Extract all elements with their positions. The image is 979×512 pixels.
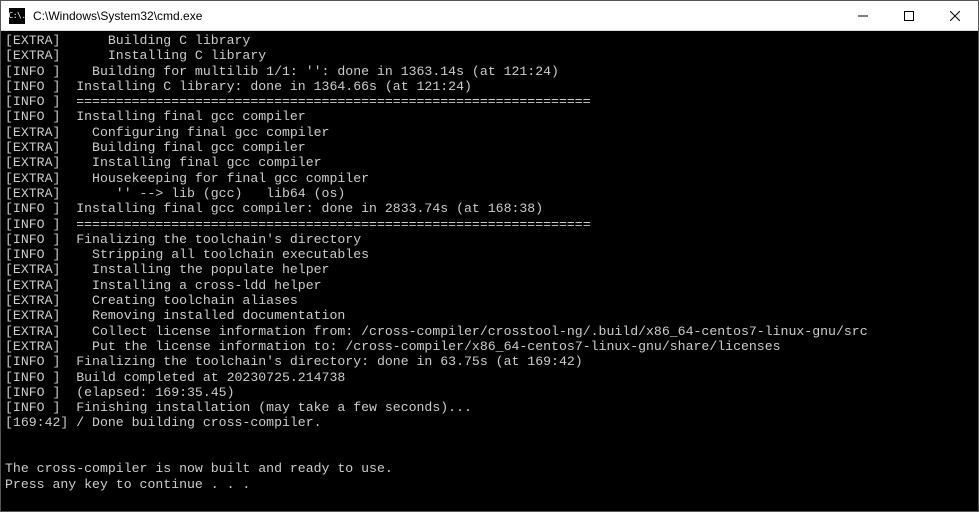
terminal-line: [EXTRA] Housekeeping for final gcc compi… — [5, 171, 974, 186]
terminal-line: [EXTRA] Installing C library — [5, 48, 974, 63]
maximize-icon — [904, 11, 914, 21]
terminal-line — [5, 446, 974, 461]
terminal-line: [EXTRA] Building final gcc compiler — [5, 140, 974, 155]
terminal-line: [EXTRA] Removing installed documentation — [5, 308, 974, 323]
cmd-icon-text: C:\. — [8, 12, 25, 20]
terminal-line: [INFO ] Stripping all toolchain executab… — [5, 247, 974, 262]
terminal-line: [INFO ] ================================… — [5, 94, 974, 109]
terminal-line: [INFO ] Finishing installation (may take… — [5, 400, 974, 415]
cmd-window: C:\. C:\Windows\System32\cmd.exe [EXTRA]… — [0, 0, 979, 512]
window-title: C:\Windows\System32\cmd.exe — [31, 9, 840, 23]
close-icon — [950, 11, 960, 21]
terminal-line: [EXTRA] Collect license information from… — [5, 324, 974, 339]
terminal-line: [EXTRA] Put the license information to: … — [5, 339, 974, 354]
titlebar: C:\. C:\Windows\System32\cmd.exe — [1, 1, 978, 31]
terminal-line: [EXTRA] Installing a cross-ldd helper — [5, 278, 974, 293]
close-button[interactable] — [932, 1, 978, 30]
minimize-button[interactable] — [840, 1, 886, 30]
terminal-line: [INFO ] Installing final gcc compiler — [5, 109, 974, 124]
window-controls — [840, 1, 978, 30]
terminal-line: [EXTRA] Configuring final gcc compiler — [5, 125, 974, 140]
terminal-line: [INFO ] Finalizing the toolchain's direc… — [5, 232, 974, 247]
terminal-line: [EXTRA] Installing final gcc compiler — [5, 155, 974, 170]
terminal-line: [EXTRA] Building C library — [5, 33, 974, 48]
terminal-line: [169:42] / Done building cross-compiler. — [5, 415, 974, 430]
terminal-line: [EXTRA] Creating toolchain aliases — [5, 293, 974, 308]
terminal-line: [INFO ] Build completed at 20230725.2147… — [5, 370, 974, 385]
maximize-button[interactable] — [886, 1, 932, 30]
terminal-line: [INFO ] ================================… — [5, 217, 974, 232]
terminal-line: [INFO ] Installing final gcc compiler: d… — [5, 201, 974, 216]
minimize-icon — [858, 11, 868, 21]
terminal-line: [INFO ] Installing C library: done in 13… — [5, 79, 974, 94]
terminal-line: [INFO ] Finalizing the toolchain's direc… — [5, 354, 974, 369]
terminal-line: Press any key to continue . . . — [5, 477, 974, 492]
terminal-line: [EXTRA] Installing the populate helper — [5, 262, 974, 277]
terminal-line: The cross-compiler is now built and read… — [5, 461, 974, 476]
terminal-output[interactable]: [EXTRA] Building C library[EXTRA] Instal… — [1, 31, 978, 511]
terminal-line: [EXTRA] '' --> lib (gcc) lib64 (os) — [5, 186, 974, 201]
terminal-line: [INFO ] Building for multilib 1/1: '': d… — [5, 64, 974, 79]
cmd-icon: C:\. — [9, 8, 25, 24]
terminal-line: [INFO ] (elapsed: 169:35.45) — [5, 385, 974, 400]
terminal-line — [5, 431, 974, 446]
